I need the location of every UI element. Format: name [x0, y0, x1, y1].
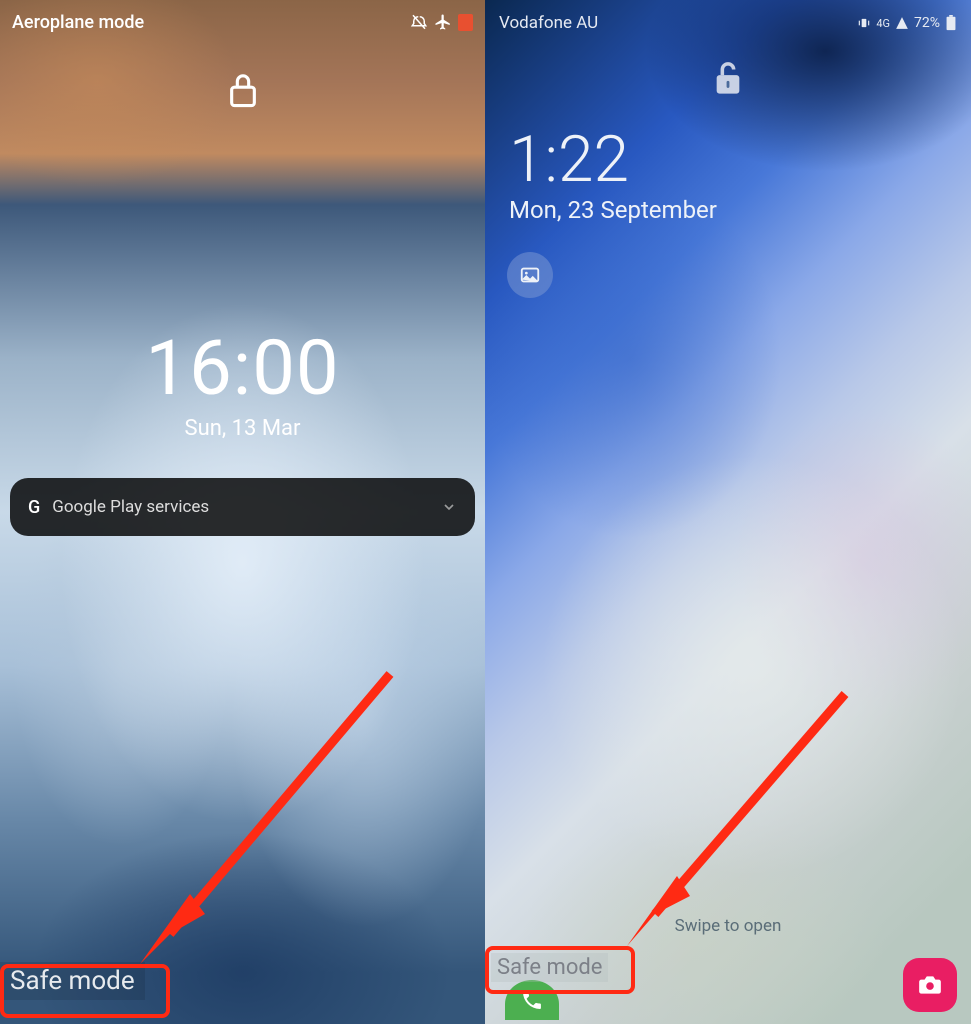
status-bar: Vodafone AU 4G 72% [485, 0, 971, 40]
airplane-icon [434, 13, 452, 31]
camera-icon [917, 972, 943, 998]
notification-card[interactable]: G Google Play services [10, 478, 475, 536]
mute-icon [410, 13, 428, 31]
lockscreen-right[interactable]: Vodafone AU 4G 72% 1:22 Mon, 23 Septembe… [485, 0, 971, 1024]
signal-icon [895, 16, 909, 30]
carrier-label: Vodafone AU [499, 13, 598, 33]
time-text: 16:00 [145, 330, 339, 406]
unlock-icon [711, 58, 745, 98]
sim-icon [458, 14, 473, 31]
status-icons [410, 13, 473, 31]
clock-widget: 1:22 Mon, 23 September [509, 128, 717, 224]
google-g-icon: G [28, 497, 40, 518]
annotation-arrow [100, 664, 400, 984]
media-shortcut[interactable] [507, 252, 553, 298]
network-4g-label: 4G [876, 17, 890, 30]
status-icons: 4G 72% [857, 15, 957, 31]
vibrate-icon [857, 16, 871, 30]
lock-icon [226, 70, 260, 110]
status-title: Aeroplane mode [12, 12, 144, 33]
status-bar: Aeroplane mode [0, 0, 485, 44]
image-icon [519, 264, 541, 286]
notification-title: Google Play services [52, 497, 441, 517]
lockscreen-left[interactable]: Aeroplane mode 16:00 Sun, 13 Mar G Googl… [0, 0, 485, 1024]
battery-percent: 72% [914, 15, 940, 31]
battery-icon [945, 15, 957, 31]
annotation-highlight-box [485, 946, 635, 994]
clock-widget: 16:00 Sun, 13 Mar [145, 330, 339, 441]
chevron-down-icon[interactable] [441, 499, 457, 515]
time-text: 1:22 [509, 128, 717, 192]
swipe-hint: Swipe to open [675, 916, 782, 936]
date-text: Mon, 23 September [509, 196, 717, 224]
annotation-highlight-box [0, 964, 170, 1018]
date-text: Sun, 13 Mar [145, 416, 339, 441]
camera-app-shortcut[interactable] [903, 958, 957, 1012]
